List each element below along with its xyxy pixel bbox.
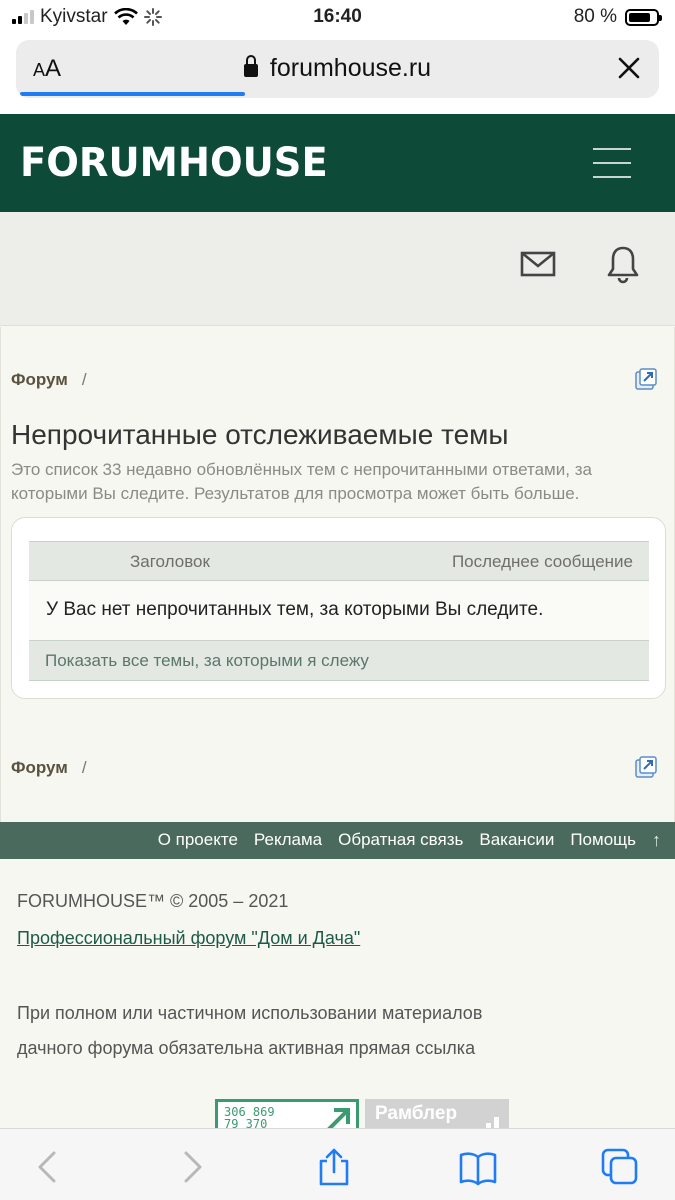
- footer-link-help[interactable]: Помощь: [570, 830, 636, 851]
- breadcrumb-separator: /: [81, 758, 87, 777]
- share-icon[interactable]: [314, 1147, 354, 1187]
- footer-link-about[interactable]: О проекте: [158, 830, 238, 851]
- mail-icon[interactable]: [520, 250, 556, 278]
- pro-forum-link[interactable]: Профессиональный форум "Дом и Дача": [17, 928, 360, 949]
- battery-icon: [625, 8, 662, 26]
- page-description: Это список 33 недавно обновлённых тем с …: [11, 460, 592, 503]
- footer-links: О проекте Реклама Обратная связь Ваканси…: [158, 830, 661, 851]
- forward-icon[interactable]: [172, 1147, 212, 1187]
- footer-link-jobs[interactable]: Вакансии: [479, 830, 554, 851]
- column-last-message[interactable]: Последнее сообщение: [452, 552, 633, 572]
- external-link-icon[interactable]: [635, 756, 657, 778]
- breadcrumb-bottom: Форум /: [11, 758, 87, 778]
- lock-icon: [243, 55, 258, 77]
- breadcrumb-separator: /: [81, 370, 87, 389]
- bell-icon[interactable]: [606, 244, 640, 284]
- page-title: Непрочитанные отслеживаемые темы: [11, 419, 509, 450]
- breadcrumb-forum-link[interactable]: Форум: [11, 370, 68, 389]
- rambler-label: Рамблер: [375, 1103, 458, 1124]
- address-bar[interactable]: AA forumhouse.ru: [16, 40, 659, 98]
- copyright: FORUMHOUSE™ © 2005 – 2021: [17, 891, 289, 911]
- scroll-top-icon[interactable]: ↑: [652, 830, 661, 851]
- table-footer: Показать все темы, за которыми я слежу: [29, 640, 649, 681]
- rambler-counter[interactable]: Рамблер: [365, 1099, 509, 1129]
- show-all-watched-link[interactable]: Показать все темы, за которыми я слежу: [45, 651, 369, 671]
- main-content: Форум / Непрочитанные отслеживаемые темы …: [0, 327, 675, 822]
- url-text: forumhouse.ru: [269, 54, 432, 82]
- site-header: FORUMHOUSE: [0, 114, 675, 212]
- counter-arrow-icon: [326, 1108, 350, 1129]
- breadcrumb-forum-link[interactable]: Форум: [11, 758, 68, 777]
- breadcrumb: Форум /: [11, 370, 87, 390]
- site-logo[interactable]: FORUMHOUSE: [20, 140, 328, 186]
- battery-percent: 80 %: [573, 6, 617, 27]
- browser-toolbar: [0, 1128, 675, 1200]
- footer-link-feedback[interactable]: Обратная связь: [338, 830, 463, 851]
- liveinternet-counter[interactable]: 306 869 79 370: [215, 1099, 359, 1129]
- bookmarks-icon[interactable]: [458, 1147, 498, 1187]
- browser-address-area: AA forumhouse.ru: [0, 36, 675, 114]
- footer-nav: О проекте Реклама Обратная связь Ваканси…: [0, 822, 675, 859]
- threads-box: Заголовок Последнее сообщение У Вас нет …: [11, 517, 666, 699]
- menu-icon[interactable]: [593, 148, 631, 178]
- column-title[interactable]: Заголовок: [130, 552, 210, 572]
- back-icon[interactable]: [28, 1147, 68, 1187]
- empty-message: У Вас нет непрочитанных тем, за которыми…: [46, 599, 544, 620]
- status-right: 80 %: [573, 6, 662, 28]
- tabs-icon[interactable]: [600, 1147, 640, 1187]
- empty-row: У Вас нет непрочитанных тем, за которыми…: [29, 581, 649, 640]
- external-link-icon[interactable]: [635, 368, 657, 390]
- page-load-progress: [20, 92, 246, 96]
- url-field[interactable]: forumhouse.ru: [16, 54, 659, 83]
- table-header: Заголовок Последнее сообщение: [29, 541, 649, 581]
- status-bar: Kyivstar 16:40 80 %: [0, 0, 675, 36]
- user-toolbar: [0, 212, 675, 326]
- usage-notice: При полном или частичном использовании м…: [17, 1003, 483, 1058]
- footer-link-ads[interactable]: Реклама: [254, 830, 322, 851]
- close-icon[interactable]: [615, 54, 643, 82]
